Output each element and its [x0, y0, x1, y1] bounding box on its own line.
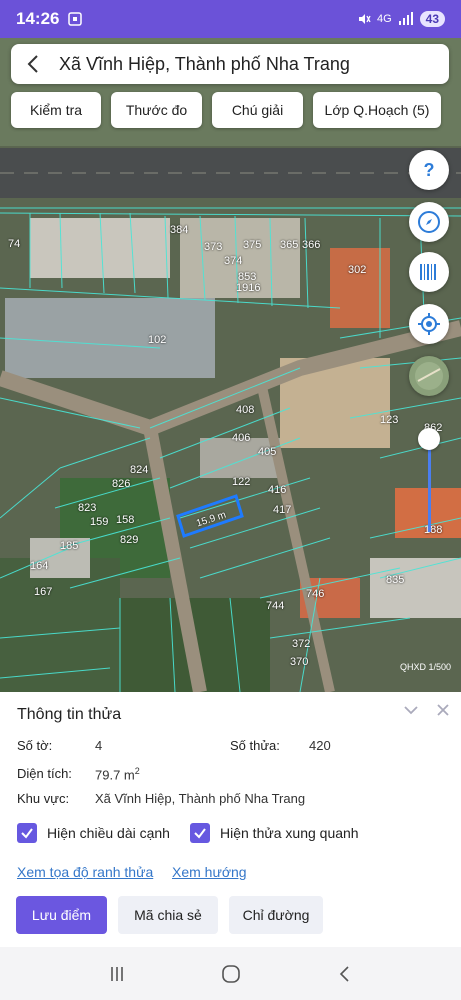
- parcel-number: 164: [30, 560, 49, 572]
- sheet-number-label: Số tờ:: [17, 738, 53, 753]
- network-label: 4G: [376, 13, 392, 25]
- parcel-number: 406: [232, 432, 251, 444]
- parcel-number: 824: [130, 464, 149, 476]
- show-edge-length-checkbox[interactable]: Hiện chiều dài cạnh: [17, 823, 170, 843]
- opacity-slider-track[interactable]: [428, 442, 431, 532]
- parcel-number: 417: [273, 504, 292, 516]
- parcel-number: 188: [424, 524, 443, 536]
- area-label: Diện tích:: [17, 766, 72, 781]
- parcel-number: 167: [34, 586, 53, 598]
- share-code-button[interactable]: Mã chia sẻ: [118, 896, 218, 934]
- area-value: 79.7 m2: [95, 766, 140, 783]
- locate-button[interactable]: [409, 304, 449, 344]
- home-icon[interactable]: [220, 963, 242, 985]
- parcel-number: 122: [232, 476, 251, 488]
- compass-button[interactable]: [409, 202, 449, 242]
- parcel-number: 370: [290, 656, 309, 668]
- region-value: Xã Vĩnh Hiệp, Thành phố Nha Trang: [95, 791, 306, 806]
- ruler-chip[interactable]: Thước đo: [111, 92, 202, 128]
- recent-apps-icon[interactable]: [107, 964, 127, 984]
- parcel-number: 373: [204, 241, 223, 253]
- checkbox-label: Hiện thửa xung quanh: [220, 825, 359, 841]
- battery-indicator: 43: [419, 11, 445, 27]
- parcel-info-panel: Thông tin thửa Số tờ: 4 Số thửa: 420 Diệ…: [0, 692, 461, 947]
- location-title: Xã Vĩnh Hiệp, Thành phố Nha Trang: [59, 53, 350, 74]
- map-layer-button[interactable]: [409, 356, 449, 396]
- parcel-number: 375: [243, 239, 262, 251]
- parcel-number: 365: [280, 239, 299, 251]
- system-navigation-bar: [0, 947, 461, 1000]
- checkbox-checked-icon: [190, 823, 210, 843]
- satellite-map: [0, 38, 461, 692]
- parcel-number: 826: [112, 478, 131, 490]
- barcode-icon: [420, 264, 436, 280]
- barcode-button[interactable]: [409, 252, 449, 292]
- parcel-number: 123: [380, 414, 399, 426]
- screenshot-icon: [68, 12, 83, 26]
- parcel-number: 744: [266, 600, 285, 612]
- parcel-number: 823: [78, 502, 97, 514]
- parcel-number: 1916: [236, 282, 261, 294]
- parcel-number-value: 420: [309, 738, 331, 753]
- directions-button[interactable]: Chỉ đường: [229, 896, 323, 934]
- parcel-number: 102: [148, 334, 167, 346]
- opacity-slider-handle[interactable]: [418, 428, 440, 450]
- signal-icon: [398, 12, 413, 25]
- compass-icon: [418, 211, 440, 233]
- toolbar-chips: Kiểm tra Thước đo Chú giải Lớp Q.Hoạch (…: [11, 92, 451, 128]
- parcel-number: 835: [386, 574, 405, 586]
- close-icon[interactable]: [435, 702, 451, 718]
- map-scale: QHXD 1/500: [399, 662, 451, 672]
- search-bar[interactable]: Xã Vĩnh Hiệp, Thành phố Nha Trang: [11, 44, 449, 84]
- satellite-thumbnail-icon: [415, 362, 443, 390]
- planning-layer-chip[interactable]: Lớp Q.Hoạch (5): [313, 92, 441, 128]
- parcel-number: 185: [60, 540, 79, 552]
- parcel-number: 408: [236, 404, 255, 416]
- svg-text:?: ?: [424, 160, 435, 180]
- parcel-number: 372: [292, 638, 311, 650]
- crosshair-icon: [418, 313, 440, 335]
- parcel-number: 158: [116, 514, 135, 526]
- back-icon[interactable]: [335, 964, 355, 984]
- show-neighbor-parcels-checkbox[interactable]: Hiện thửa xung quanh: [190, 823, 359, 843]
- checkbox-label: Hiện chiều dài cạnh: [47, 825, 170, 841]
- save-point-button[interactable]: Lưu điểm: [16, 896, 107, 934]
- area-unit-sup: 2: [134, 766, 140, 776]
- help-button[interactable]: ?: [409, 150, 449, 190]
- parcel-number: 366: [302, 239, 321, 251]
- view-coordinates-link[interactable]: Xem tọa độ ranh thửa: [17, 864, 153, 880]
- sheet-number-value: 4: [95, 738, 103, 753]
- parcel-number: 416: [268, 484, 287, 496]
- parcel-number: 74: [8, 238, 21, 250]
- parcel-number: 405: [258, 446, 277, 458]
- parcel-number: 302: [348, 264, 367, 276]
- map-view[interactable]: 74 384 373 375 365 366 374 853 302 102 4…: [0, 38, 461, 692]
- status-time: 14:26: [16, 9, 60, 28]
- legend-chip[interactable]: Chú giải: [212, 92, 303, 128]
- parcel-number: 159: [90, 516, 109, 528]
- view-direction-link[interactable]: Xem hướng: [172, 864, 247, 880]
- parcel-number: 746: [306, 588, 325, 600]
- back-arrow-icon[interactable]: [23, 53, 45, 75]
- parcel-number-label: Số thửa:: [230, 738, 280, 753]
- question-icon: ?: [424, 160, 435, 180]
- region-label: Khu vực:: [17, 791, 70, 806]
- parcel-number: 384: [170, 224, 189, 236]
- panel-title: Thông tin thửa: [17, 706, 122, 723]
- status-bar: 14:26 4G 43: [0, 0, 461, 38]
- chevron-down-icon[interactable]: [403, 702, 419, 718]
- checkbox-checked-icon: [17, 823, 37, 843]
- mute-icon: [358, 14, 371, 24]
- parcel-number: 829: [120, 534, 139, 546]
- check-chip[interactable]: Kiểm tra: [11, 92, 101, 128]
- parcel-number: 374: [224, 255, 243, 267]
